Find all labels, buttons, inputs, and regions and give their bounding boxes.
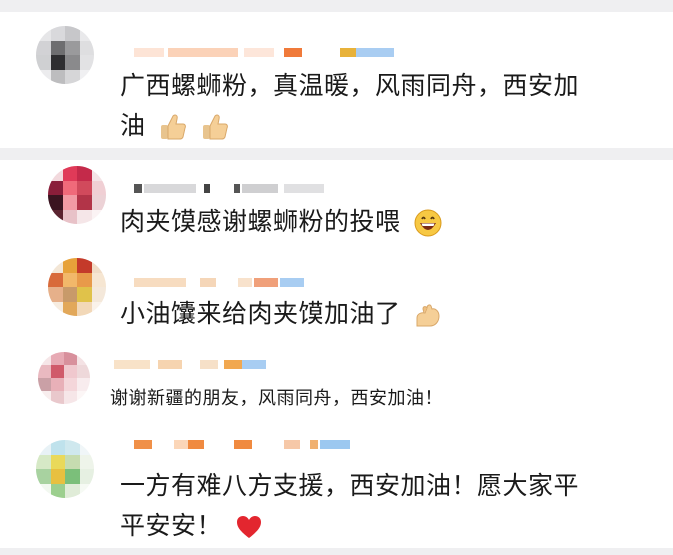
separator <box>0 148 673 160</box>
flexed-biceps-emoji-icon <box>416 304 440 327</box>
grinning-face-emoji-icon <box>414 209 442 237</box>
comment-text: 小油馕来给肉夹馍加油了 <box>120 294 660 334</box>
username[interactable] <box>134 184 334 193</box>
username[interactable] <box>134 48 404 57</box>
thumbs-up-emoji-icon <box>160 114 186 140</box>
comment-card: 广西螺蛳粉，真温暖，风雨同舟，西安加 油 <box>8 12 668 148</box>
comment-card: 谢谢新疆的朋友，风雨同舟，西安加油！ <box>30 346 560 424</box>
comment-text: 一方有难八方支援，西安加油！愿大家平 平安安！ <box>120 466 660 546</box>
comment-text: 广西螺蛳粉，真温暖，风雨同舟，西安加 油 <box>120 66 660 146</box>
red-heart-emoji-icon <box>237 516 262 538</box>
comment-line-text: 谢谢新疆的朋友，风雨同舟，西安加油！ <box>110 388 443 409</box>
comment-line: 广西螺蛳粉，真温暖，风雨同舟，西安加 <box>120 71 580 100</box>
comment-line-text: 油 <box>120 111 146 140</box>
avatar[interactable] <box>38 352 90 404</box>
comment-line: 一方有难八方支援，西安加油！愿大家平 <box>120 471 580 500</box>
username[interactable] <box>134 440 364 449</box>
comment-line-text: 肉夹馍感谢螺蛳粉的投喂 <box>120 207 401 236</box>
separator <box>0 548 673 555</box>
comment-card: 一方有难八方支援，西安加油！愿大家平 平安安！ <box>8 424 668 548</box>
comment-line-text: 小油馕来给肉夹馍加油了 <box>120 299 401 328</box>
avatar[interactable] <box>36 440 94 498</box>
avatar[interactable] <box>48 166 106 224</box>
separator <box>0 0 673 12</box>
username[interactable] <box>134 278 334 287</box>
username[interactable] <box>114 360 274 369</box>
avatar[interactable] <box>36 26 94 84</box>
thumbs-up-emoji-icon <box>203 114 229 140</box>
comment-line: 油 <box>120 106 660 146</box>
comment-card: 肉夹馍感谢螺蛳粉的投喂 <box>8 160 668 252</box>
avatar[interactable] <box>48 258 106 316</box>
comment-line-text: 平安安！ <box>120 511 223 540</box>
comment-text: 肉夹馍感谢螺蛳粉的投喂 <box>120 202 660 242</box>
comment-text: 谢谢新疆的朋友，风雨同舟，西安加油！ <box>110 386 560 412</box>
comment-card: 小油馕来给肉夹馍加油了 <box>8 252 668 342</box>
comment-line: 平安安！ <box>120 506 660 546</box>
